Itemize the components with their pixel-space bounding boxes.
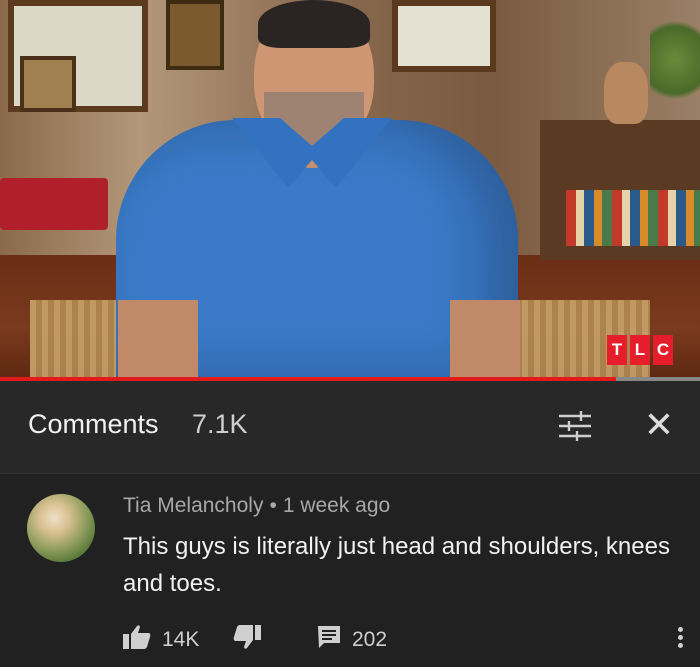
person-arm: [118, 300, 198, 378]
comment-item: Tia Melancholy • 1 week ago This guys is l…: [0, 474, 700, 667]
channel-logo-letter: C: [653, 335, 673, 365]
comments-title: Comments: [28, 409, 159, 439]
video-plant: [650, 10, 700, 110]
channel-logo-letter: L: [630, 335, 650, 365]
video-vase: [604, 62, 648, 124]
comment-text: This guys is literally just head and sho…: [123, 533, 670, 597]
reply-comment-icon: [316, 624, 342, 656]
comments-header: Comments 7.1K ✕: [0, 381, 700, 474]
sliders-icon[interactable]: [557, 411, 593, 441]
close-icon[interactable]: ✕: [640, 407, 678, 445]
comment-meta: Tia Melancholy • 1 week ago: [123, 494, 390, 518]
thumbs-up-icon: [122, 624, 152, 656]
video-person: [112, 0, 522, 378]
more-vertical-icon[interactable]: [670, 624, 690, 654]
comment-actions: 14K 202: [122, 624, 692, 654]
dislike-button[interactable]: [232, 624, 262, 656]
video-sofa: [0, 178, 108, 230]
avatar[interactable]: [27, 494, 95, 562]
comment-author[interactable]: Tia Melancholy: [123, 494, 263, 517]
channel-logo-letter: T: [607, 335, 627, 365]
like-button[interactable]: 14K: [122, 624, 199, 656]
person-arm: [450, 300, 520, 378]
reply-button[interactable]: 202: [316, 624, 387, 656]
video-picture-frame: [20, 56, 76, 112]
video-player[interactable]: T L C: [0, 0, 700, 378]
reply-count: 202: [352, 628, 388, 651]
person-hair: [258, 0, 370, 48]
channel-logo: T L C: [607, 335, 673, 365]
comment-time: 1 week ago: [282, 494, 391, 517]
video-books: [566, 190, 700, 246]
thumbs-down-icon: [232, 624, 262, 656]
meta-separator: •: [269, 494, 277, 517]
like-count: 14K: [162, 628, 200, 651]
comments-count: 7.1K: [192, 409, 248, 439]
